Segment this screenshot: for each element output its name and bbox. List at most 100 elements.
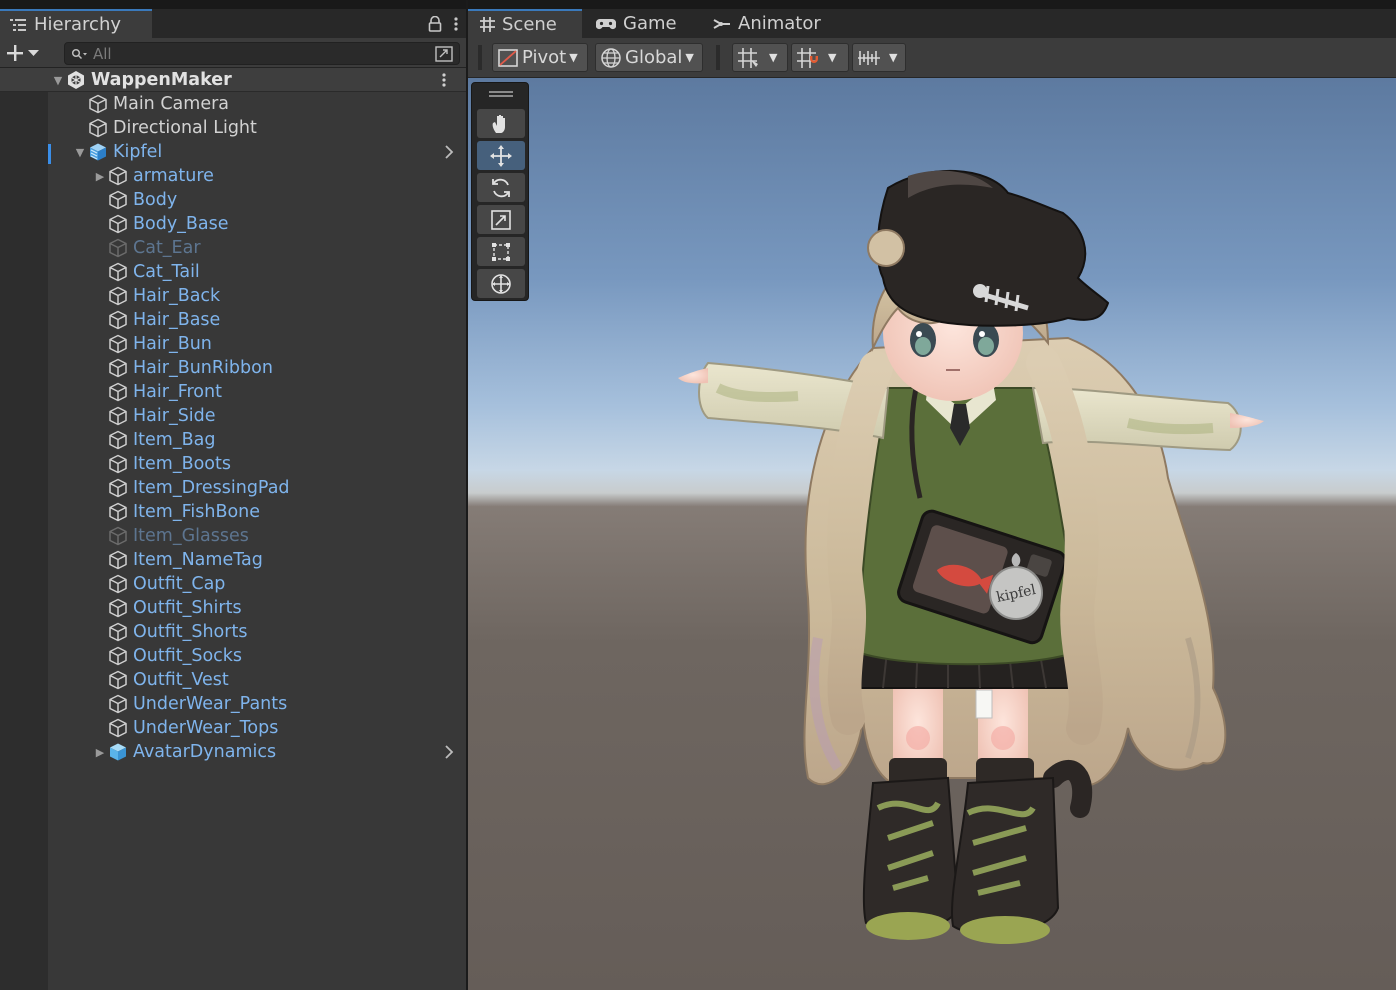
- tab-menu-kebab-icon[interactable]: [454, 16, 458, 32]
- tab-scene-label: Scene: [502, 14, 557, 35]
- gameobject-cube-icon: [108, 502, 128, 522]
- hierarchy-search[interactable]: [64, 42, 460, 65]
- hierarchy-item-outfit-shirts[interactable]: Outfit_Shirts: [92, 596, 242, 620]
- hierarchy-item-outfit-vest[interactable]: Outfit_Vest: [92, 668, 229, 692]
- arrow-spacer: [92, 572, 108, 596]
- ruler-tools-button[interactable]: ▼: [852, 43, 906, 72]
- window-top-strip: [0, 0, 466, 9]
- hierarchy-item-outfit-socks[interactable]: Outfit_Socks: [92, 644, 242, 668]
- expand-arrow-icon[interactable]: ▼: [50, 68, 66, 92]
- tab-scene[interactable]: Scene: [468, 9, 582, 38]
- tab-game[interactable]: Game: [596, 9, 677, 38]
- hierarchy-item-label: Outfit_Socks: [133, 646, 243, 666]
- hierarchy-item-label: Item_Glasses: [133, 526, 249, 546]
- scene-viewport[interactable]: kipfel: [468, 78, 1396, 990]
- expand-arrow-icon[interactable]: ▼: [72, 140, 88, 164]
- hierarchy-item-label: Hair_BunRibbon: [133, 358, 273, 378]
- hierarchy-item-item-fishbone[interactable]: Item_FishBone: [92, 500, 260, 524]
- gameobject-cube-icon: [108, 238, 128, 258]
- global-toggle-button[interactable]: Global ▼: [595, 43, 703, 72]
- hierarchy-item-body[interactable]: Body: [92, 188, 177, 212]
- palette-grip-icon[interactable]: [489, 91, 513, 97]
- hierarchy-item-label: UnderWear_Pants: [133, 694, 288, 714]
- scene-toolbar: Pivot ▼ Global ▼ ▼ ▼ ▼: [468, 38, 1396, 78]
- pivot-toggle-button[interactable]: Pivot ▼: [492, 43, 588, 72]
- rect-tool-button[interactable]: [477, 237, 525, 266]
- gameobject-cube-icon: [108, 190, 128, 210]
- collapse-arrow-icon[interactable]: ▶: [92, 164, 108, 188]
- chevron-down-icon: ▼: [889, 51, 898, 64]
- hand-icon: [492, 114, 505, 133]
- hierarchy-item-item-boots[interactable]: Item_Boots: [92, 452, 231, 476]
- hierarchy-item-hair-side[interactable]: Hair_Side: [92, 404, 216, 428]
- gameobject-cube-icon: [108, 622, 128, 642]
- hierarchy-item-armature[interactable]: ▶ armature: [92, 164, 214, 188]
- hierarchy-tab-label: Hierarchy: [34, 14, 122, 35]
- view-tool-button[interactable]: [477, 109, 525, 138]
- hierarchy-item-label: Outfit_Cap: [133, 574, 226, 594]
- arrow-spacer: [92, 188, 108, 212]
- gamepad-icon: [596, 18, 616, 29]
- hierarchy-item-avatardynamics[interactable]: ▶ AvatarDynamics: [92, 740, 276, 764]
- gameobject-cube-icon: [108, 478, 128, 498]
- arrow-spacer: [92, 452, 108, 476]
- hierarchy-item-item-nametag[interactable]: Item_NameTag: [92, 548, 263, 572]
- tab-hierarchy[interactable]: Hierarchy: [0, 9, 152, 38]
- hierarchy-item-label: armature: [133, 166, 214, 186]
- hierarchy-item-outfit-cap[interactable]: Outfit_Cap: [92, 572, 225, 596]
- hierarchy-item-directional-light[interactable]: Directional Light: [72, 116, 257, 140]
- cat-tail: [1043, 760, 1093, 818]
- hierarchy-item-label: Cat_Tail: [133, 262, 200, 282]
- hierarchy-panel: Hierarchy All ▼ WappenMaker Main Camera …: [0, 0, 466, 990]
- hierarchy-item-item-bag[interactable]: Item_Bag: [92, 428, 215, 452]
- scale-icon: [491, 209, 511, 230]
- scene-menu-kebab-icon[interactable]: [442, 68, 452, 92]
- hierarchy-item-cat-tail[interactable]: Cat_Tail: [92, 260, 200, 284]
- move-tool-button[interactable]: [477, 141, 525, 170]
- hierarchy-item-hair-base[interactable]: Hair_Base: [92, 308, 220, 332]
- collapse-arrow-icon[interactable]: ▶: [92, 740, 108, 764]
- scene-root-row[interactable]: ▼ WappenMaker: [0, 68, 466, 92]
- transform-tool-button[interactable]: [477, 269, 525, 298]
- hierarchy-item-body-base[interactable]: Body_Base: [92, 212, 229, 236]
- hierarchy-gutter: [0, 68, 48, 990]
- prefab-open-chevron-icon[interactable]: [442, 140, 456, 164]
- gameobject-cube-icon: [108, 430, 128, 450]
- hierarchy-item-kipfel[interactable]: ▼ Kipfel: [72, 140, 162, 164]
- hierarchy-item-main-camera[interactable]: Main Camera: [72, 92, 229, 116]
- scene-search-mode-icon[interactable]: [433, 44, 455, 64]
- hierarchy-item-item-dressingpad[interactable]: Item_DressingPad: [92, 476, 290, 500]
- arrow-spacer: [92, 692, 108, 716]
- increment-snapping-button[interactable]: ▼: [791, 43, 849, 72]
- hierarchy-item-label: Hair_Back: [133, 286, 221, 306]
- gameobject-cube-icon: [88, 94, 108, 114]
- hierarchy-item-cat-ear[interactable]: Cat_Ear: [92, 236, 201, 260]
- create-add-button[interactable]: [6, 41, 50, 65]
- hierarchy-item-label: Item_DressingPad: [133, 478, 290, 498]
- grid-snapping-button[interactable]: ▼: [732, 43, 788, 72]
- hierarchy-item-outfit-shorts[interactable]: Outfit_Shorts: [92, 620, 247, 644]
- hierarchy-item-hair-back[interactable]: Hair_Back: [92, 284, 220, 308]
- move-arrows-icon: [490, 144, 512, 167]
- prefab-open-chevron-icon[interactable]: [442, 740, 456, 764]
- hierarchy-item-label: Hair_Bun: [133, 334, 212, 354]
- hierarchy-item-label: Item_FishBone: [133, 502, 261, 522]
- magnet-grid-icon: [797, 47, 818, 68]
- avatar-character[interactable]: kipfel: [468, 78, 1396, 990]
- hierarchy-item-item-glasses[interactable]: Item_Glasses: [92, 524, 249, 548]
- animator-icon: [713, 18, 730, 29]
- hierarchy-item-underwear-tops[interactable]: UnderWear_Tops: [92, 716, 278, 740]
- gameobject-cube-icon: [88, 118, 108, 138]
- gameobject-cube-icon: [108, 286, 128, 306]
- unity-scene-icon: [68, 71, 84, 89]
- rotate-tool-button[interactable]: [477, 173, 525, 202]
- scale-tool-button[interactable]: [477, 205, 525, 234]
- hierarchy-item-underwear-pants[interactable]: UnderWear_Pants: [92, 692, 287, 716]
- lock-icon[interactable]: [428, 15, 442, 32]
- hierarchy-item-hair-bun[interactable]: Hair_Bun: [92, 332, 212, 356]
- tab-animator[interactable]: Animator: [713, 9, 821, 38]
- search-input[interactable]: [93, 44, 423, 63]
- tool-palette: [471, 82, 529, 301]
- hierarchy-item-hair-bunribbon[interactable]: Hair_BunRibbon: [92, 356, 273, 380]
- hierarchy-item-hair-front[interactable]: Hair_Front: [92, 380, 222, 404]
